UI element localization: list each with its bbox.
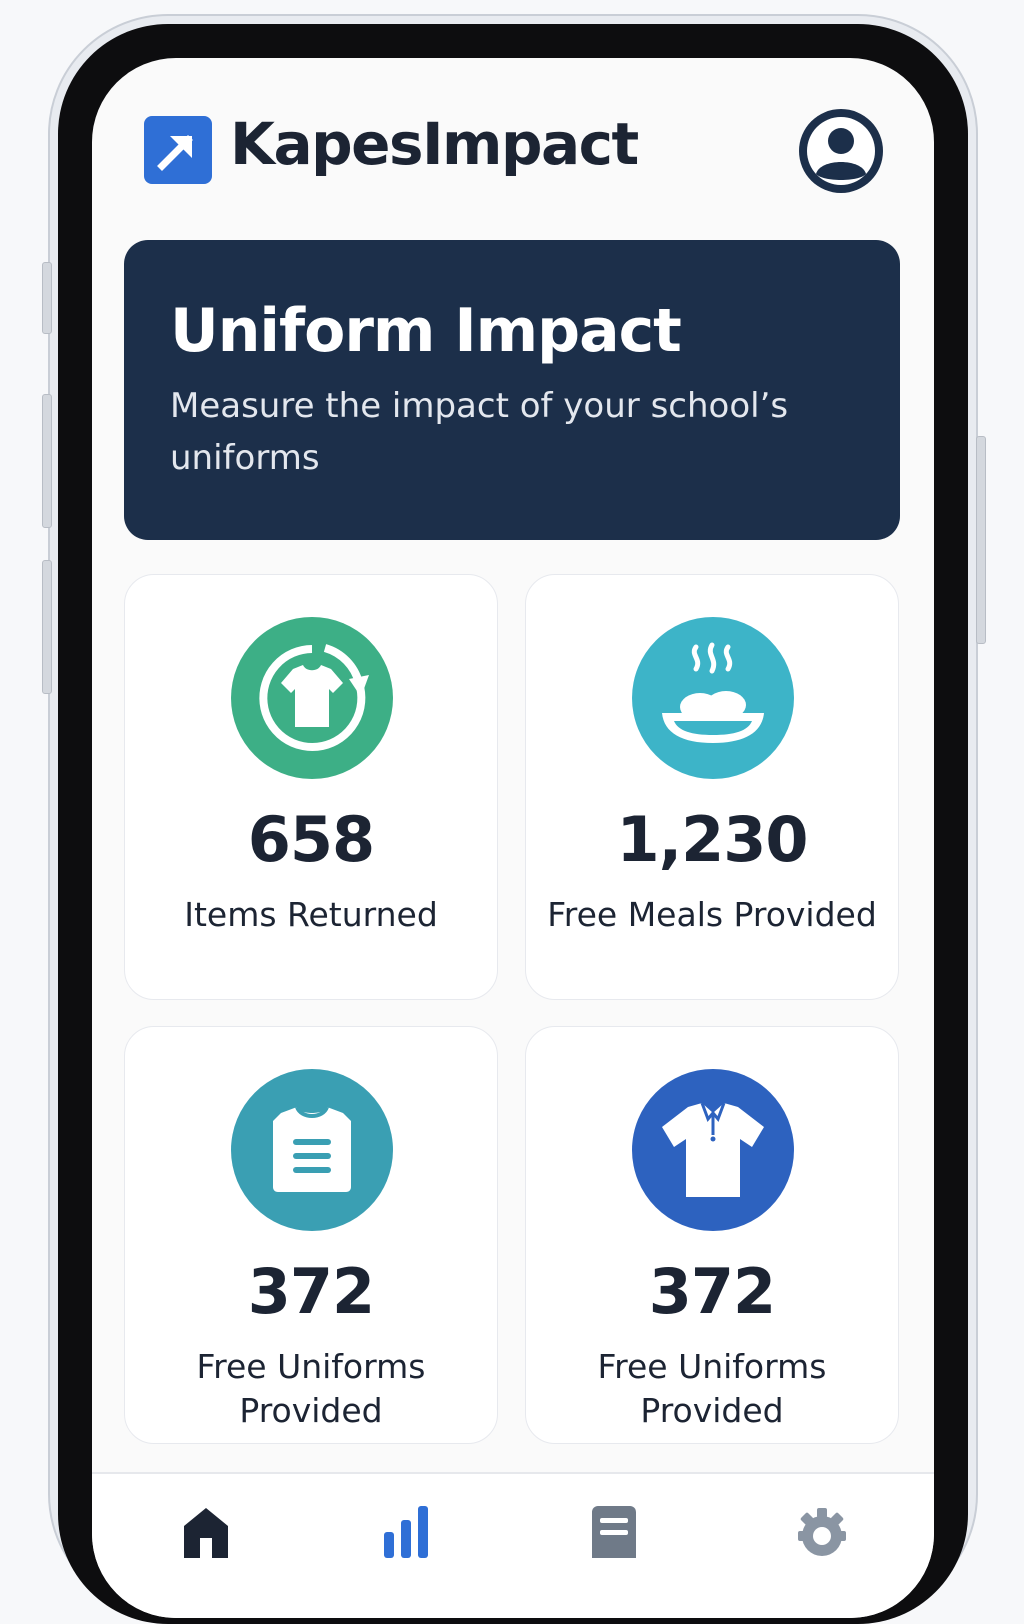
stat-label: Items Returned — [184, 895, 438, 934]
recycle-shirt-icon — [231, 617, 393, 779]
meal-bowl-icon — [632, 617, 794, 779]
side-button-right — [976, 436, 986, 644]
nav-home-icon[interactable] — [176, 1498, 236, 1558]
side-button-left-1 — [42, 262, 52, 334]
stat-value: 372 — [247, 1255, 375, 1328]
clipboard-shirt-icon — [231, 1069, 393, 1231]
stat-value: 658 — [247, 803, 375, 876]
stat-label: Free Uniforms Provided — [597, 1347, 827, 1430]
app-logo-icon — [144, 116, 212, 184]
user-avatar-icon[interactable] — [796, 106, 886, 196]
stat-value: 372 — [648, 1255, 776, 1328]
phone-screen: KapesImpact Uniform Impact Measure the i… — [92, 58, 934, 1618]
stat-value: 1,230 — [616, 803, 808, 876]
bottom-nav — [92, 1472, 934, 1618]
hero-banner: Uniform Impact Measure the impact of you… — [124, 240, 900, 540]
app-header: KapesImpact — [144, 109, 886, 212]
polo-shirt-icon — [632, 1069, 794, 1231]
nav-gear-icon[interactable] — [792, 1498, 852, 1558]
banner-subtitle: Measure the impact of your school’s unif… — [170, 386, 789, 478]
stat-card-items-returned[interactable]: 658 Items Returned — [124, 574, 498, 1000]
nav-document-icon[interactable] — [584, 1498, 644, 1566]
side-button-left-2 — [42, 394, 52, 528]
stat-card-free-uniforms[interactable]: 372 Free Uniforms Provided — [124, 1026, 498, 1444]
stat-label: Free Uniforms Provided — [196, 1347, 426, 1430]
side-button-left-3 — [42, 560, 52, 694]
nav-bar-chart-icon[interactable] — [376, 1498, 436, 1558]
stat-card-free-meals[interactable]: 1,230 Free Meals Provided — [525, 574, 899, 1000]
stat-card-free-uniforms-2[interactable]: 372 Free Uniforms Provided — [525, 1026, 899, 1444]
banner-title: Uniform Impact — [170, 296, 682, 366]
stat-label: Free Meals Provided — [547, 895, 877, 934]
app-title: KapesImpact — [230, 110, 639, 178]
